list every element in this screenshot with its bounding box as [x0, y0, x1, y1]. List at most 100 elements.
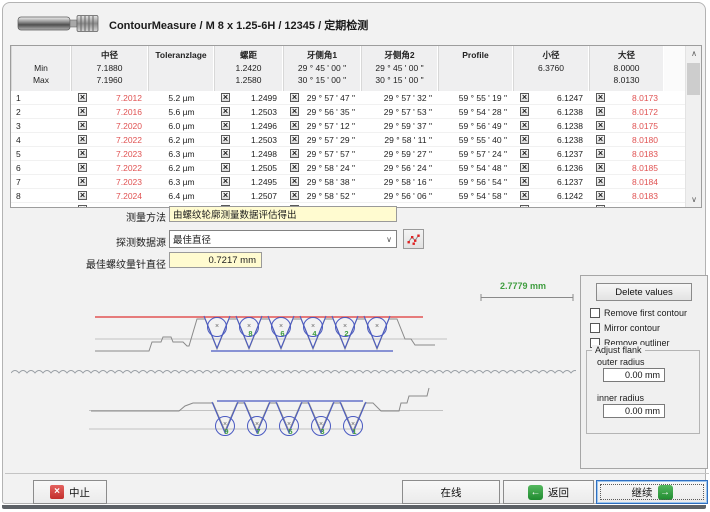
cell-profile: 59 ° 54 ' 58 " — [438, 189, 513, 202]
checked-checkbox-icon[interactable]: × — [520, 93, 529, 102]
checked-checkbox-icon[interactable]: × — [290, 191, 299, 200]
cell-d: ×8.0181 — [589, 203, 664, 207]
cell-d2: ×7.2012 — [71, 91, 148, 104]
checked-checkbox-icon[interactable]: × — [78, 177, 87, 186]
cell-d2: ×7.2024 — [71, 203, 148, 207]
checked-checkbox-icon[interactable]: × — [221, 163, 230, 172]
row-number: 8 — [11, 189, 71, 202]
table-row[interactable]: 8×7.20246.4 µm×1.2507×29 ° 58 ' 52 "29 °… — [11, 189, 685, 203]
checked-checkbox-icon[interactable]: × — [596, 205, 605, 207]
scroll-down-icon[interactable]: ∨ — [686, 192, 702, 207]
checked-checkbox-icon[interactable]: × — [221, 93, 230, 102]
outer-radius-input[interactable]: 0.00 mm — [603, 368, 665, 382]
row-number: 3 — [11, 119, 71, 132]
wire-diameter-field[interactable]: 0.7217 mm — [169, 252, 262, 268]
row-number: 6 — [11, 161, 71, 174]
checked-checkbox-icon[interactable]: × — [78, 135, 87, 144]
checked-checkbox-icon[interactable]: × — [78, 93, 87, 102]
checked-checkbox-icon[interactable]: × — [221, 191, 230, 200]
cell-d: ×8.0185 — [589, 161, 664, 174]
inner-radius-input[interactable]: 0.00 mm — [603, 404, 665, 418]
checked-checkbox-icon[interactable]: × — [596, 163, 605, 172]
checked-checkbox-icon[interactable]: × — [596, 121, 605, 130]
svg-text:×: × — [215, 323, 219, 330]
checked-checkbox-icon[interactable]: × — [78, 191, 87, 200]
measure-method-field[interactable]: 由螺纹轮廓测量数据评估得出 — [169, 206, 397, 222]
checked-checkbox-icon[interactable]: × — [78, 107, 87, 116]
table-row[interactable]: 6×7.20226.2 µm×1.2505×29 ° 58 ' 24 "29 °… — [11, 161, 685, 175]
point-number: 1 — [352, 427, 356, 436]
cell-profile: 59 ° 55 ' 19 " — [438, 91, 513, 104]
dimension-label: 2.7779 mm — [500, 281, 546, 291]
cell-d: ×8.0175 — [589, 119, 664, 132]
checked-checkbox-icon[interactable]: × — [221, 149, 230, 158]
delete-values-button[interactable]: Delete values — [596, 283, 692, 301]
checked-checkbox-icon[interactable]: × — [290, 135, 299, 144]
table-row[interactable]: 7×7.20236.3 µm×1.2495×29 ° 58 ' 38 "29 °… — [11, 175, 685, 189]
table-row[interactable]: 1×7.20125.2 µm×1.2499×29 ° 57 ' 47 "29 °… — [11, 91, 685, 105]
checked-checkbox-icon[interactable]: × — [596, 177, 605, 186]
cell-d2: ×7.2022 — [71, 161, 148, 174]
lower-contour — [91, 388, 429, 431]
checked-checkbox-icon[interactable]: × — [520, 121, 529, 130]
row-number: 9 — [11, 203, 71, 207]
table-row[interactable]: 2×7.20165.6 µm×1.2503×29 ° 56 ' 35 "29 °… — [11, 105, 685, 119]
checked-checkbox-icon[interactable]: × — [596, 135, 605, 144]
checked-checkbox-icon[interactable]: × — [290, 163, 299, 172]
checked-checkbox-icon[interactable]: × — [78, 121, 87, 130]
row-number: 1 — [11, 91, 71, 104]
table-row[interactable]: 3×7.20206.0 µm×1.2496×29 ° 57 ' 12 "29 °… — [11, 119, 685, 133]
chevron-down-icon: ∨ — [386, 235, 392, 244]
checked-checkbox-icon[interactable]: × — [520, 205, 529, 207]
scrollbar-thumb[interactable] — [687, 63, 700, 95]
scroll-up-icon[interactable]: ∧ — [686, 46, 702, 61]
checked-checkbox-icon[interactable]: × — [520, 149, 529, 158]
checked-checkbox-icon[interactable]: × — [520, 107, 529, 116]
upper-contour — [95, 319, 435, 351]
continue-button[interactable]: 继续 → — [596, 480, 708, 504]
row-number: 5 — [11, 147, 71, 160]
table-row[interactable]: 5×7.20236.3 µm×1.2498×29 ° 57 ' 57 "29 °… — [11, 147, 685, 161]
checked-checkbox-icon[interactable]: × — [596, 93, 605, 102]
cell-fa1: ×29 ° 58 ' 24 " — [283, 161, 361, 174]
checked-checkbox-icon[interactable]: × — [221, 121, 230, 130]
cell-fa2: 29 ° 59 ' 27 " — [361, 147, 438, 160]
remove-first-contour-checkbox[interactable]: Remove first contour — [590, 308, 687, 318]
cell-pitch: ×1.2503 — [214, 105, 283, 118]
table-body: 1×7.20125.2 µm×1.2499×29 ° 57 ' 47 "29 °… — [11, 91, 685, 207]
checked-checkbox-icon[interactable]: × — [221, 107, 230, 116]
cell-profile: 59 ° 57 ' 24 " — [438, 147, 513, 160]
checked-checkbox-icon[interactable]: × — [290, 177, 299, 186]
checked-checkbox-icon[interactable]: × — [221, 135, 230, 144]
column-header-major-diameter: 大径 8.0000 8.0130 — [589, 46, 664, 91]
probe-source-select[interactable]: 最佳直径 ∨ — [169, 230, 397, 248]
table-row[interactable]: 4×7.20226.2 µm×1.2503×29 ° 57 ' 29 "29 °… — [11, 133, 685, 147]
cell-fa1: ×29 ° 57 ' 12 " — [283, 119, 361, 132]
checked-checkbox-icon[interactable]: × — [520, 177, 529, 186]
checked-checkbox-icon[interactable]: × — [520, 135, 529, 144]
break-wave-line — [11, 371, 576, 374]
checked-checkbox-icon[interactable]: × — [520, 191, 529, 200]
abort-button[interactable]: × 中止 — [33, 480, 107, 504]
checked-checkbox-icon[interactable]: × — [78, 149, 87, 158]
mirror-contour-checkbox[interactable]: Mirror contour — [590, 323, 660, 333]
back-arrow-icon: ← — [528, 485, 543, 500]
table-scrollbar[interactable]: ∧ ∨ — [685, 46, 701, 207]
checked-checkbox-icon[interactable]: × — [290, 107, 299, 116]
checked-checkbox-icon[interactable]: × — [290, 149, 299, 158]
checked-checkbox-icon[interactable]: × — [78, 205, 87, 207]
online-button[interactable]: 在线 — [402, 480, 500, 504]
checked-checkbox-icon[interactable]: × — [520, 163, 529, 172]
checked-checkbox-icon[interactable]: × — [221, 177, 230, 186]
back-button[interactable]: ← 返回 — [503, 480, 594, 504]
checked-checkbox-icon[interactable]: × — [78, 163, 87, 172]
cell-d1: ×6.1238 — [513, 119, 589, 132]
checked-checkbox-icon[interactable]: × — [290, 121, 299, 130]
checked-checkbox-icon[interactable]: × — [596, 191, 605, 200]
checkbox-icon — [590, 323, 600, 333]
contour-plot[interactable]: 2.7779 mm××8×6×4×2××9×7×5×3×1 — [11, 275, 576, 469]
probe-points-icon-button[interactable] — [403, 229, 424, 249]
checked-checkbox-icon[interactable]: × — [290, 93, 299, 102]
checked-checkbox-icon[interactable]: × — [596, 149, 605, 158]
checked-checkbox-icon[interactable]: × — [596, 107, 605, 116]
